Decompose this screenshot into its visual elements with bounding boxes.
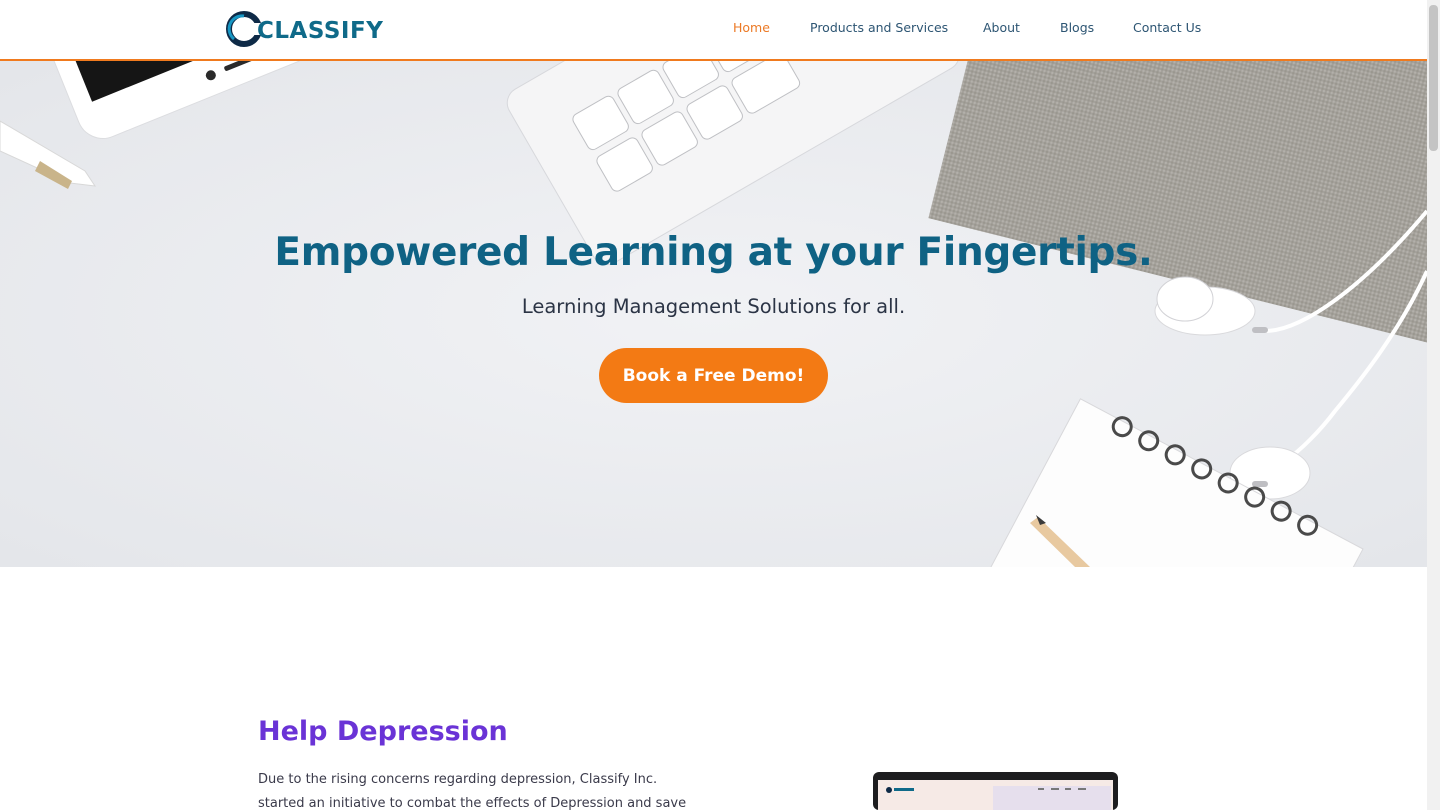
scrollbar-thumb[interactable] <box>1429 5 1438 151</box>
brand-logo[interactable]: CLASSIFY <box>225 6 383 50</box>
nav-products-and-services[interactable]: Products and Services <box>810 20 948 35</box>
page-scrollbar[interactable] <box>1427 0 1440 810</box>
nav-blogs[interactable]: Blogs <box>1060 20 1094 35</box>
site-header: CLASSIFY Home Products and Services Abou… <box>0 0 1427 61</box>
hero-banner: Empowered Learning at your Fingertips. L… <box>0 61 1427 567</box>
section-body: Due to the rising concerns regarding dep… <box>258 768 718 810</box>
section-title: Help Depression <box>258 716 508 747</box>
hero-title: Empowered Learning at your Fingertips. <box>274 230 1153 275</box>
section-body-line: started an initiative to combat the effe… <box>258 796 687 810</box>
hero-subtitle: Learning Management Solutions for all. <box>521 295 906 318</box>
nav-home[interactable]: Home <box>733 20 770 35</box>
book-free-demo-button[interactable]: Book a Free Demo! <box>599 348 828 403</box>
section-body-line: Due to the rising concerns regarding dep… <box>258 772 658 787</box>
brand-name: CLASSIFY <box>257 18 384 44</box>
laptop-screenshot-image <box>873 772 1118 810</box>
nav-about[interactable]: About <box>983 20 1020 35</box>
nav-contact-us[interactable]: Contact Us <box>1133 20 1201 35</box>
